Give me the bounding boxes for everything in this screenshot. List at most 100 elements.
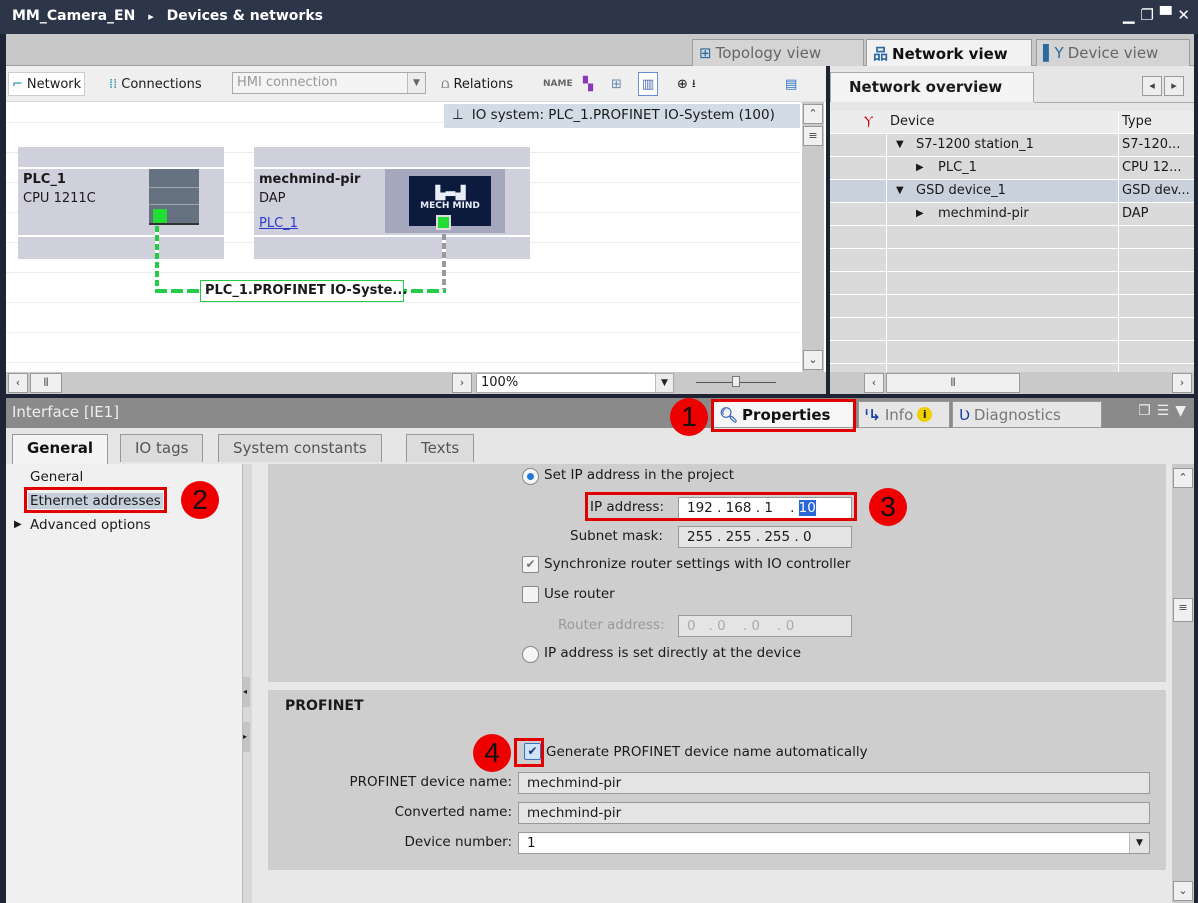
- zoom-slider-handle[interactable]: [732, 376, 740, 387]
- tab-topology-view[interactable]: ⊞ Topology view: [692, 39, 864, 66]
- tab-diagnostics[interactable]: Ʋ Diagnostics: [952, 401, 1102, 428]
- device-image: ▙▬▟ MECH MIND: [385, 169, 505, 233]
- zoom-button[interactable]: ⊕ ⭳: [674, 72, 699, 96]
- subnet-mask-input[interactable]: 255 . 255 . 255 . 0: [678, 526, 852, 548]
- scroll-thumb[interactable]: ≡: [803, 126, 823, 146]
- device-name-button[interactable]: NAME: [540, 72, 576, 96]
- float-icon[interactable]: ❐: [1138, 403, 1151, 419]
- table-row[interactable]: ▶ PLC_1 CPU 12...: [830, 157, 1194, 180]
- collapse-left-icon[interactable]: ◂: [243, 677, 250, 707]
- subtab-system-constants[interactable]: System constants: [218, 434, 382, 462]
- caret-down-icon[interactable]: ▼: [896, 185, 904, 196]
- radio-ip-at-device[interactable]: [522, 646, 539, 663]
- port-icon[interactable]: [153, 209, 167, 223]
- table-toggle-button[interactable]: ▥: [638, 72, 659, 96]
- network-line[interactable]: [155, 226, 159, 292]
- chevron-up-icon[interactable]: ⌃: [803, 104, 823, 124]
- device-name: PLC_1: [23, 172, 66, 187]
- connection-type-dropdown[interactable]: HMI connection ▼: [232, 72, 426, 94]
- device-type: DAP: [259, 191, 286, 206]
- column-type[interactable]: Type: [1122, 114, 1152, 129]
- network-overview-pane: Network overview ◂ ▸ Ⲩ Device Type ▼ S7-…: [830, 66, 1194, 394]
- maximize-icon[interactable]: ▀: [1160, 6, 1172, 24]
- use-router-checkbox[interactable]: [522, 586, 539, 603]
- view-tabs-bar: ⊞ Topology view 品 Network view ▌Y Device…: [6, 34, 1194, 67]
- expand-right-icon[interactable]: ▸: [243, 722, 250, 752]
- profinet-label[interactable]: PLC_1.PROFINET IO-Syste...: [200, 280, 407, 302]
- use-router-label: Use router: [544, 586, 615, 602]
- network-mode-button[interactable]: ⌐ Network: [8, 72, 86, 96]
- table-row[interactable]: ▶ mechmind-pir DAP: [830, 203, 1194, 226]
- subtab-general[interactable]: General: [12, 434, 108, 464]
- table-row[interactable]: ▼ S7-1200 station_1 S7-120...: [830, 134, 1194, 157]
- chevron-down-icon[interactable]: ▼: [655, 374, 673, 392]
- window-controls: ▁ ❐ ▀ ✕: [1123, 6, 1190, 24]
- name-icon: NAME: [543, 79, 573, 89]
- chevron-right-icon[interactable]: ▸: [1164, 76, 1184, 96]
- io-controller-link[interactable]: PLC_1: [259, 216, 298, 231]
- device-name-input[interactable]: mechmind-pir: [518, 772, 1150, 794]
- radio-set-ip-in-project[interactable]: [522, 468, 539, 485]
- chevron-up-icon[interactable]: ⌃: [1173, 468, 1193, 488]
- set-ip-label: Set IP address in the project: [544, 467, 735, 483]
- subnet-mask-label: Subnet mask:: [570, 528, 663, 544]
- show-address-button[interactable]: ▚: [580, 72, 596, 96]
- minimize-panel-icon[interactable]: ☰: [1157, 403, 1170, 419]
- chevron-down-icon[interactable]: ▼: [1175, 403, 1186, 419]
- sync-router-label: Synchronize router settings with IO cont…: [544, 556, 851, 572]
- caret-down-icon[interactable]: ▼: [896, 139, 904, 150]
- overview-horizontal-scrollbar[interactable]: ‹ ⦀ ›: [830, 372, 1194, 394]
- caret-right-icon[interactable]: ▶: [14, 519, 22, 530]
- converted-name-input[interactable]: mechmind-pir: [518, 802, 1150, 824]
- chevron-down-icon[interactable]: ⌄: [803, 350, 823, 370]
- port-icon[interactable]: [436, 215, 451, 230]
- caret-right-icon[interactable]: ▶: [916, 208, 924, 219]
- relations-icon: ⩍: [441, 76, 450, 92]
- subtab-texts[interactable]: Texts: [406, 434, 475, 462]
- column-device[interactable]: Device: [890, 114, 934, 129]
- overview-button[interactable]: ▤: [782, 72, 800, 96]
- nav-advanced-options[interactable]: ▶ Advanced options: [14, 517, 151, 533]
- tab-network-view[interactable]: 品 Network view: [866, 39, 1032, 67]
- router-address-input[interactable]: 0 . 0 . 0 . 0: [678, 615, 852, 637]
- grid-button[interactable]: ⊞: [608, 72, 625, 96]
- table-row[interactable]: ▼ GSD device_1 GSD dev...: [830, 180, 1194, 203]
- nav-general[interactable]: General: [30, 469, 83, 485]
- profinet-heading: PROFINET: [285, 698, 364, 714]
- tab-info[interactable]: ⁱ↳ Info i: [858, 401, 950, 428]
- breadcrumb-separator-icon: ▸: [148, 10, 154, 23]
- chevron-left-icon[interactable]: ‹: [864, 373, 884, 393]
- relations-button[interactable]: ⩍ Relations: [438, 72, 516, 96]
- tab-network-overview[interactable]: Network overview: [830, 72, 1034, 102]
- scroll-thumb[interactable]: ≡: [1173, 598, 1193, 622]
- chevron-left-icon[interactable]: ◂: [1142, 76, 1162, 96]
- device-icon: ▌Y: [1043, 44, 1064, 62]
- zoom-in-icon: ⊕: [677, 76, 688, 92]
- chevron-down-icon[interactable]: ⌄: [1173, 881, 1193, 901]
- chevron-right-icon[interactable]: ›: [1172, 373, 1192, 393]
- chevron-left-icon[interactable]: ‹: [8, 373, 28, 393]
- project-name[interactable]: MM_Camera_EN: [12, 8, 135, 24]
- caret-right-icon[interactable]: ▶: [916, 162, 924, 173]
- restore-icon[interactable]: ❐: [1140, 6, 1153, 24]
- pin-icon[interactable]: ⊥: [452, 107, 464, 123]
- properties-vertical-scrollbar[interactable]: ⌃ ≡ ⌄: [1172, 464, 1194, 903]
- scroll-thumb[interactable]: ⦀: [30, 373, 62, 393]
- chevron-down-icon[interactable]: ▼: [407, 73, 425, 93]
- network-line[interactable]: [442, 234, 446, 292]
- info-arrows-icon: ⁱ↳: [865, 405, 881, 424]
- connections-mode-button[interactable]: ⁞⁞ Connections: [106, 72, 205, 96]
- canvas-vertical-scrollbar[interactable]: ⌃ ≡ ⌄: [802, 102, 824, 378]
- chevron-right-icon[interactable]: ›: [452, 373, 472, 393]
- zoom-level-select[interactable]: 100% ▼: [476, 373, 674, 393]
- subtab-io-tags[interactable]: IO tags: [120, 434, 204, 462]
- tab-device-view[interactable]: ▌Y Device view: [1036, 39, 1190, 66]
- auto-name-label: Generate PROFINET device name automatica…: [546, 744, 868, 760]
- sync-router-checkbox[interactable]: ✔: [522, 556, 539, 573]
- diagnostics-icon: Ʋ: [959, 405, 970, 424]
- chevron-down-icon[interactable]: ▼: [1129, 833, 1149, 853]
- scroll-thumb[interactable]: ⦀: [886, 373, 1020, 393]
- minimize-icon[interactable]: ▁: [1123, 6, 1135, 24]
- close-icon[interactable]: ✕: [1177, 6, 1190, 24]
- device-number-select[interactable]: 1 ▼: [518, 832, 1150, 854]
